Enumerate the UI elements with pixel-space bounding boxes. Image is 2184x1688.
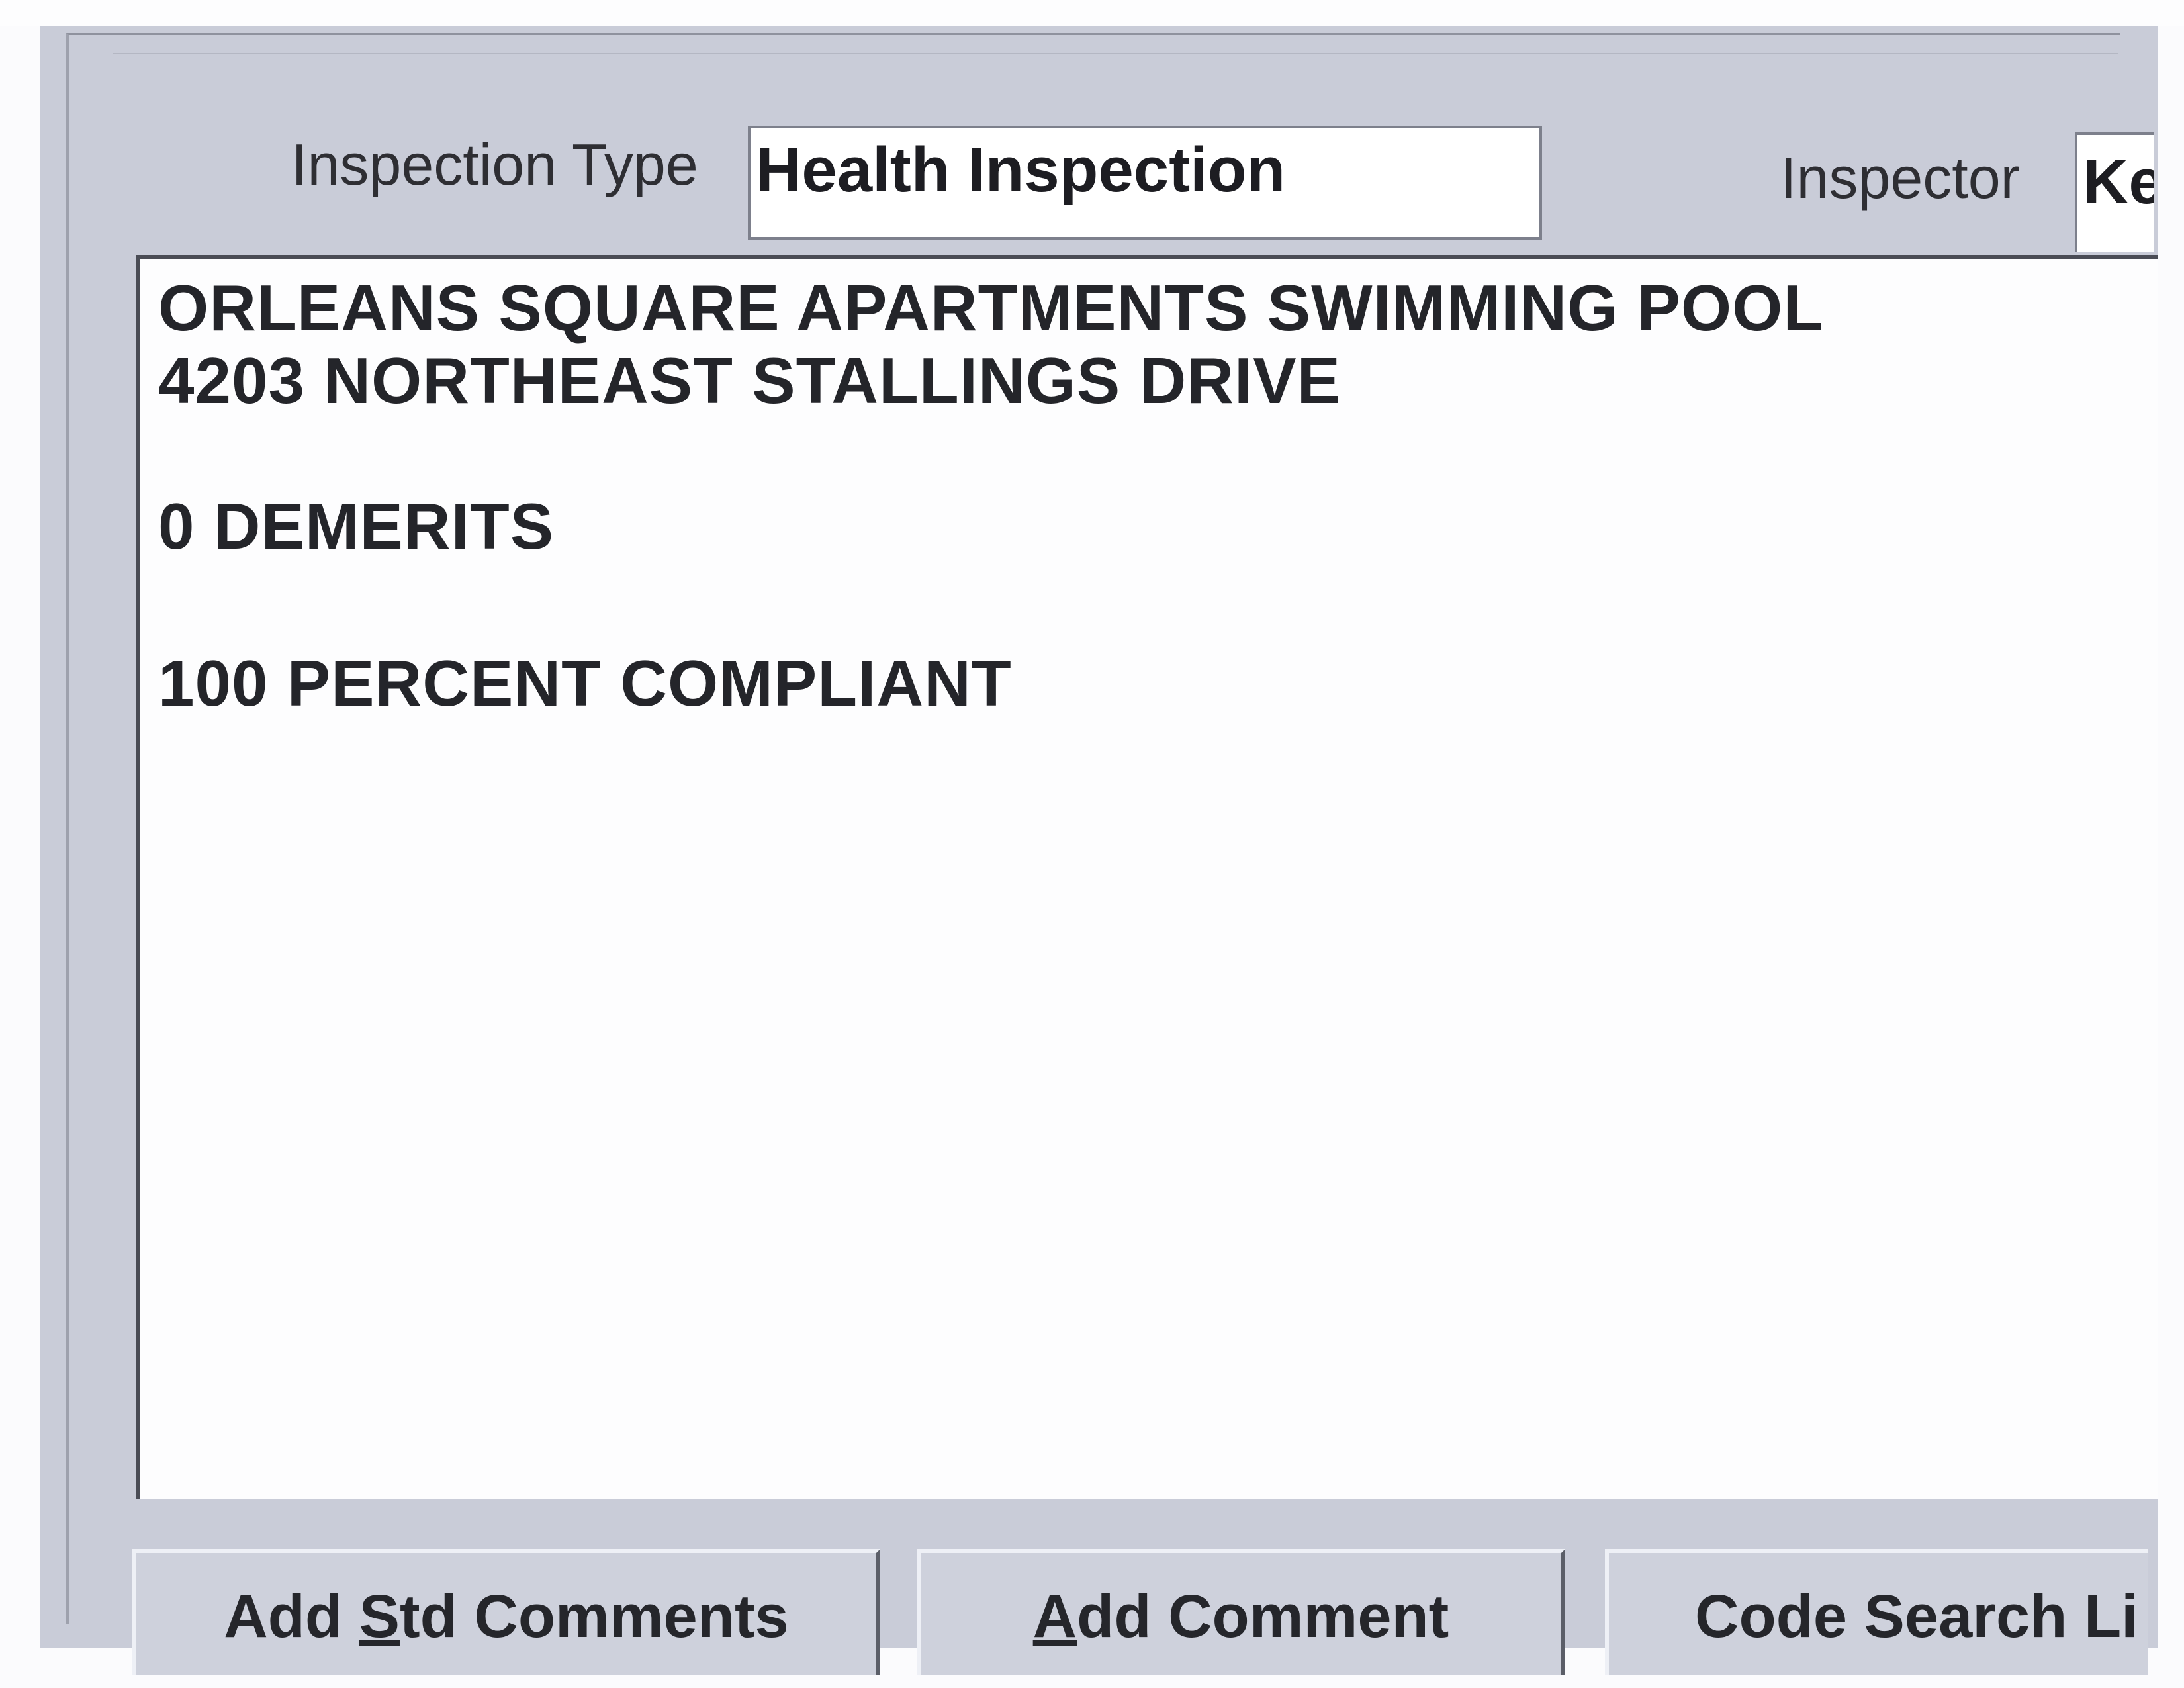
scan-margin	[0, 0, 2184, 26]
code-search-button[interactable]: Code Search Li	[1605, 1549, 2148, 1675]
comment-line: 0 DEMERITS	[158, 490, 555, 563]
mnemonic-letter: A	[1032, 1583, 1077, 1650]
add-comment-button[interactable]: Add Comment	[917, 1549, 1565, 1675]
inspection-type-label: Inspection Type	[291, 132, 698, 197]
comment-line: 100 PERCENT COMPLIANT	[158, 647, 1012, 720]
inspection-type-field[interactable]: Health Inspection	[748, 126, 1542, 240]
button-label: td Comments	[399, 1583, 789, 1650]
comment-line: ORLEANS SQUARE APARTMENTS SWIMMING POOL	[158, 271, 1824, 344]
inspector-field[interactable]: Ke	[2075, 132, 2154, 252]
comment-text-area[interactable]: ORLEANS SQUARE APARTMENTS SWIMMING POOL …	[136, 255, 2158, 1499]
comment-line: 4203 NORTHEAST STALLINGS DRIVE	[158, 344, 1342, 417]
button-label: dd Comment	[1077, 1583, 1449, 1650]
inspector-label: Inspector	[1780, 145, 2020, 211]
button-label: Code Search Li	[1695, 1583, 2138, 1650]
panel-top-edge	[113, 53, 2118, 74]
button-label: Add	[224, 1583, 359, 1650]
add-std-comments-button[interactable]: Add Std Comments	[132, 1549, 880, 1675]
mnemonic-letter: S	[359, 1583, 400, 1650]
